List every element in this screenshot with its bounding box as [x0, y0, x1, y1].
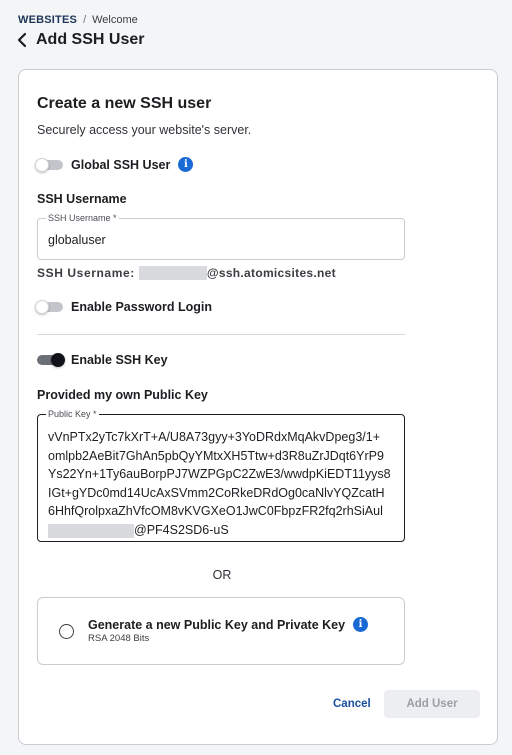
breadcrumb-websites-link[interactable]: WEBSITES	[18, 14, 77, 26]
generate-key-option[interactable]: Generate a new Public Key and Private Ke…	[37, 597, 405, 665]
cancel-button[interactable]: Cancel	[323, 690, 381, 718]
add-user-button[interactable]: Add User	[384, 690, 480, 718]
ssh-key-label: Enable SSH Key	[71, 353, 168, 367]
password-login-toggle[interactable]	[35, 300, 63, 314]
public-key-line: IGt+gYDc0md14UcAxSVmm2CoRkeDRdOg0caNlvYQ…	[48, 485, 385, 500]
public-key-textarea[interactable]: Public Key * vVnPTx2yTc7kXrT+A/U8A73gyy+…	[37, 409, 405, 542]
public-key-line: Ys22Yn+1Ty6auBorpPJ7WZPGpC2ZwE3/wwdpKiED…	[48, 467, 391, 482]
chevron-left-icon[interactable]	[16, 31, 28, 49]
generate-key-title: Generate a new Public Key and Private Ke…	[88, 617, 346, 632]
ssh-key-toggle[interactable]	[37, 353, 65, 367]
public-key-suffix: @PF4S2SD6-uS	[134, 522, 229, 537]
own-public-key-heading: Provided my own Public Key	[37, 388, 208, 402]
generate-key-subtitle: RSA 2048 Bits	[88, 633, 150, 644]
generate-key-radio[interactable]	[59, 624, 74, 639]
public-key-text: vVnPTx2yTc7kXrT+A/U8A73gyy+3YoDRdxMqAkvD…	[48, 428, 398, 540]
global-ssh-user-toggle[interactable]	[35, 157, 63, 172]
public-key-line: 6HhfQrolpxaZhVfcOM8vKVGXeO1JwC0FbpzFR2fq…	[48, 504, 383, 519]
breadcrumb-current: Welcome	[92, 14, 138, 26]
breadcrumb-separator: /	[83, 14, 87, 26]
ssh-host-domain: @ssh.atomicsites.net	[206, 266, 336, 280]
public-key-last-line: @PF4S2SD6-uS	[48, 521, 398, 540]
redacted-block	[48, 523, 134, 538]
ssh-username-heading: SSH Username	[37, 192, 127, 206]
page-title: Add SSH User	[36, 31, 145, 48]
add-ssh-user-card: Create a new SSH user Securely access yo…	[18, 69, 498, 745]
redacted-block	[138, 266, 207, 280]
info-icon[interactable]: i	[353, 617, 369, 632]
generate-key-title-row: Generate a new Public Key and Private Ke…	[88, 617, 369, 632]
ssh-username-preview-label: SSH Username:	[37, 266, 135, 280]
breadcrumb: WEBSITES / Welcome	[18, 14, 138, 26]
info-icon[interactable]: i	[178, 157, 194, 172]
page-header: Add SSH User	[16, 31, 144, 49]
ssh-username-input[interactable]: SSH Username * globaluser	[37, 213, 405, 260]
ssh-username-value: globaluser	[48, 233, 106, 247]
password-login-label: Enable Password Login	[71, 300, 212, 314]
public-key-legend: Public Key *	[46, 409, 99, 419]
ssh-key-row: Enable SSH Key	[37, 353, 168, 367]
form-subtitle: Securely access your website's server.	[37, 123, 252, 137]
public-key-line: omlpb2AeBit7GhAn5pbQyYMtxXH5Ttw+d3R8uZrJ…	[48, 448, 384, 463]
ssh-username-preview: SSH Username: @ssh.atomicsites.net	[37, 266, 336, 280]
or-separator: OR	[212, 568, 232, 582]
global-ssh-user-label: Global SSH User	[71, 157, 171, 172]
section-divider	[37, 334, 405, 335]
public-key-line: vVnPTx2yTc7kXrT+A/U8A73gyy+3YoDRdxMqAkvD…	[48, 430, 380, 444]
form-title: Create a new SSH user	[37, 95, 212, 112]
ssh-username-legend: SSH Username *	[46, 213, 119, 223]
password-login-row: Enable Password Login	[35, 300, 212, 314]
global-ssh-user-row: Global SSH User i	[35, 157, 194, 172]
